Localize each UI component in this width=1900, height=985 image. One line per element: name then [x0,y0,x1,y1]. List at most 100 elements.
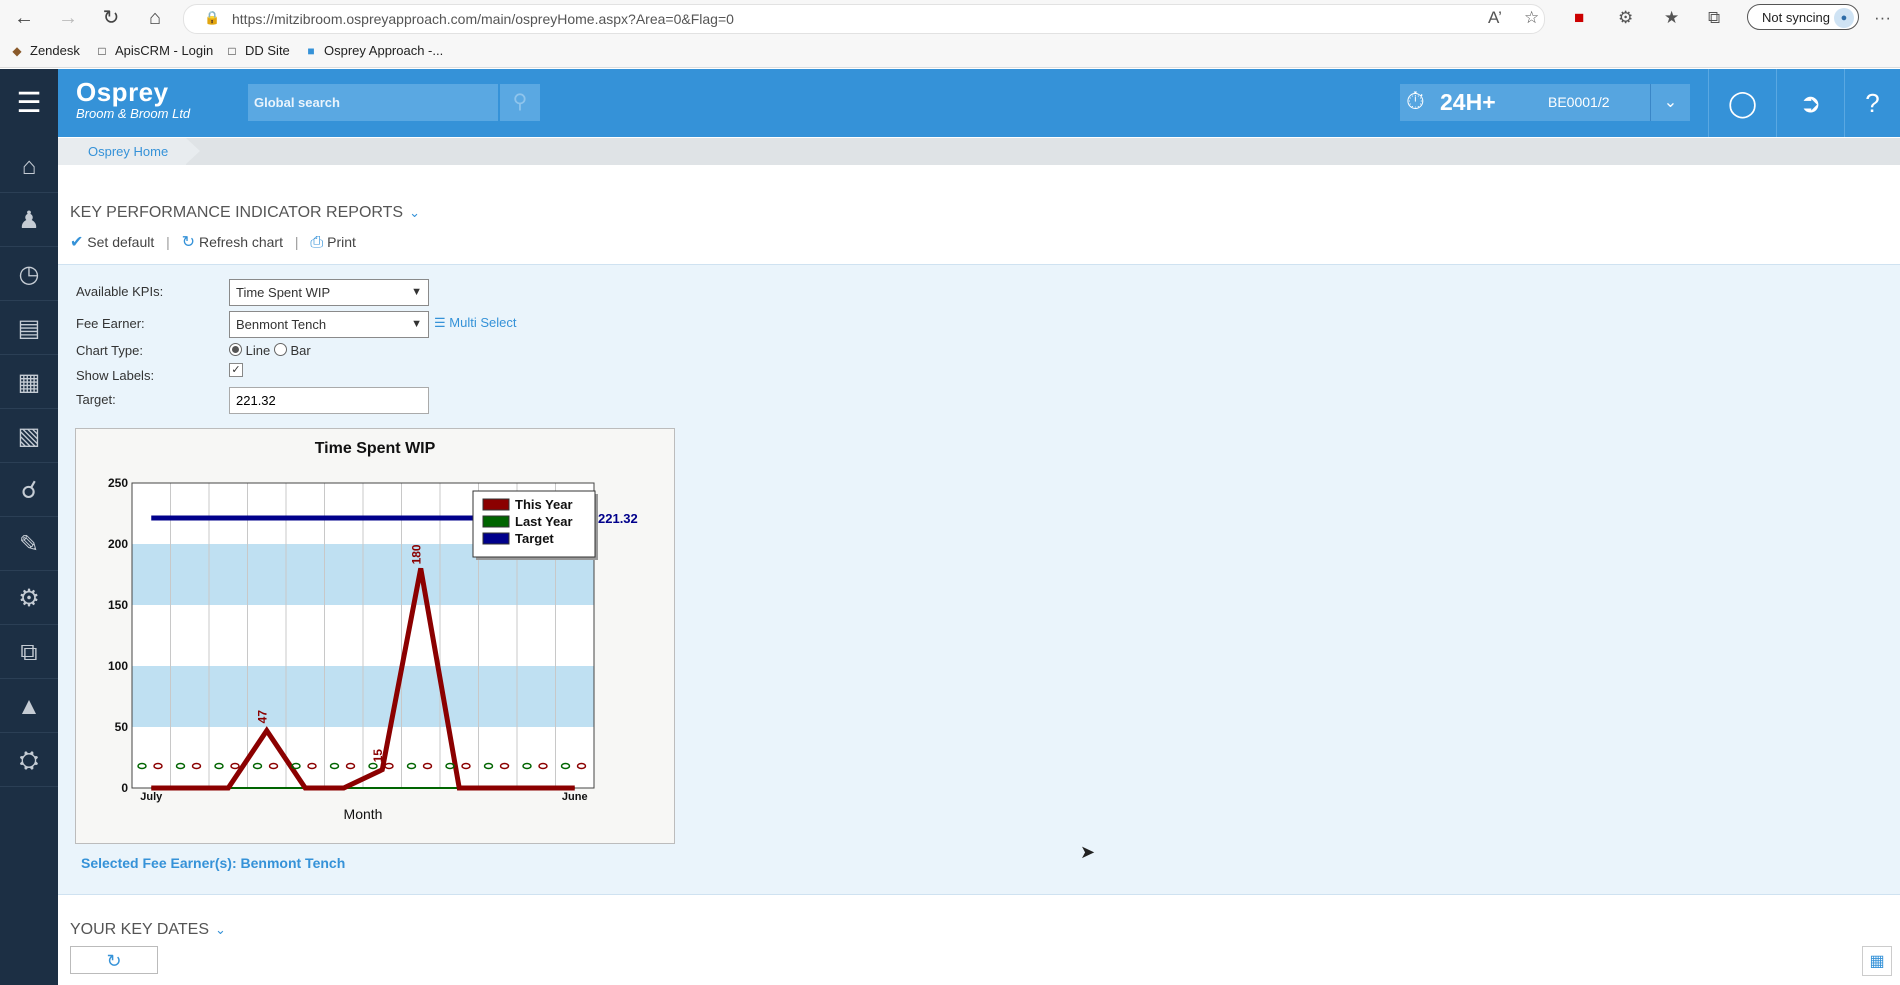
target-end-label: 221.32 [598,511,638,526]
multi-select-link[interactable]: ☰ Multi Select [434,315,516,331]
show-labels-label: Show Labels: [76,368,155,383]
browser-toolbar: ← → ↻ ⌂ 🔒 https://mitzibroom.ospreyappro… [0,0,1900,36]
sidebar-time-icon[interactable]: ◷ [0,249,58,301]
key-dates-section-title[interactable]: YOUR KEY DATES ⌄ [70,921,226,939]
timer-matter-code: BE0001/2 [1548,94,1610,110]
profile-avatar: ● [1834,8,1854,28]
mouse-cursor-icon: ➤ [1080,842,1096,862]
sidebar-clients-icon[interactable]: ♟ [0,195,58,247]
read-aloud-icon[interactable]: A’ [1488,8,1502,28]
breadcrumb-bar: Osprey Home [58,138,1900,165]
url-text: https://mitzibroom.ospreyapproach.com/ma… [232,11,734,27]
kpi-section-title[interactable]: KEY PERFORMANCE INDICATOR REPORTS ⌄ [70,204,420,222]
key-dates-refresh-button[interactable]: ↻ [70,946,158,974]
hamburger-menu-icon[interactable]: ☰ [0,69,58,137]
collections-icon[interactable]: ⧉ [1708,8,1720,28]
list-icon: ☰ [434,315,446,330]
grid-view-icon[interactable]: ▦ [1862,946,1892,976]
fee-earner-select[interactable]: Benmont Tench ▼ [229,311,429,338]
more-menu-icon[interactable]: ··· [1874,8,1891,28]
y-tick-label: 150 [108,598,128,612]
sidebar-admin-icon[interactable]: ⛭ [0,735,58,787]
reload-icon[interactable]: ↻ [99,6,123,30]
chevron-down-icon: ▼ [411,286,422,298]
bookmark-apiscrm[interactable]: □ ApisCRM - Login [95,43,213,58]
favorites-icon[interactable]: ★ [1664,8,1679,28]
legend-label: Last Year [515,514,573,529]
x-tick-label: July [140,791,163,803]
sidebar: ⌂ ♟ ◷ ▤ ▦ ▧ ☌ ✎ ⚙ ⧉ ▲ ⛭ [0,137,58,985]
app-header: ☰ Osprey Broom & Broom Ltd ⚲ ⏱ 24H+ BE00… [0,69,1900,137]
chart-type-line-radio[interactable] [229,343,242,356]
target-input[interactable] [229,387,429,414]
sidebar-cart-icon[interactable]: ☌ [0,465,58,517]
chart-title: Time Spent WIP [315,440,436,457]
user-account-icon[interactable]: ◯ [1708,69,1776,137]
stopwatch-icon: ⏱ [1406,88,1425,115]
zendesk-icon: ◆ [12,44,22,58]
bookmark-dd-site[interactable]: □ DD Site [225,43,289,58]
pdf-extension-icon[interactable]: ■ [1574,8,1584,28]
sidebar-library-icon[interactable]: ▧ [0,411,58,463]
print-button[interactable]: ⎙ Print [310,234,356,252]
sidebar-billing-icon[interactable]: ✎ [0,519,58,571]
x-tick-label: June [562,791,588,803]
sidebar-ledger-icon[interactable]: ▦ [0,357,58,409]
kpi-chart: Time Spent WIP 0 50 100 150 200 250 July June Mon… [75,428,675,844]
sidebar-settings-list-icon[interactable]: ⚙ [0,573,58,625]
chevron-down-icon[interactable]: ⌄ [215,922,226,937]
selected-fee-earners: Selected Fee Earner(s): Benmont Tench [81,855,346,871]
kpi-toolbar: ✔ Set default | ↻ Refresh chart | ⎙ Prin… [70,232,356,252]
bookmark-osprey[interactable]: ■ Osprey Approach -... [304,43,443,58]
search-icon[interactable]: ⚲ [498,84,540,121]
chart-type-options: Line Bar [229,343,311,358]
y-tick-label: 250 [108,476,128,490]
y-tick-label: 50 [115,720,129,734]
sidebar-calendar-icon[interactable]: ▤ [0,303,58,355]
breadcrumb[interactable]: Osprey Home [58,138,200,165]
printer-icon: ⎙ [310,234,324,251]
help-icon[interactable]: ? [1844,69,1900,137]
legend-swatch [482,498,510,511]
address-bar[interactable]: 🔒 https://mitzibroom.ospreyapproach.com/… [183,4,1545,34]
refresh-icon: ↻ [106,951,122,971]
chart-type-label: Chart Type: [76,343,143,358]
sidebar-reports-icon[interactable]: ▲ [0,681,58,733]
extensions-icon[interactable]: ⚙ [1618,8,1633,28]
home-icon[interactable]: ⌂ [143,6,167,30]
sidebar-documents-icon[interactable]: ⧉ [0,627,58,679]
refresh-chart-button[interactable]: ↻ Refresh chart [182,232,283,252]
bookmarks-bar: ◆ Zendesk □ ApisCRM - Login □ DD Site ■ Ospr… [0,36,1900,68]
chevron-down-icon[interactable]: ⌄ [409,205,420,220]
app-logo: Osprey Broom & Broom Ltd [76,77,190,121]
refresh-icon: ↻ [181,234,196,251]
favorite-add-icon[interactable]: ☆ [1524,8,1539,28]
available-kpis-select[interactable]: Time Spent WIP ▼ [229,279,429,306]
set-default-button[interactable]: ✔ Set default [70,232,154,252]
back-icon[interactable]: ← [12,6,36,30]
global-search-input[interactable] [248,84,498,121]
firm-name: Broom & Broom Ltd [76,106,191,121]
bookmark-zendesk[interactable]: ◆ Zendesk [10,43,80,58]
profile-sync-button[interactable]: Not syncing ● [1747,4,1859,30]
sidebar-home-icon[interactable]: ⌂ [0,141,58,193]
chevron-down-icon: ▼ [411,318,422,330]
this-year-data-label: 180 [410,544,424,564]
legend-swatch [482,532,510,545]
forward-icon[interactable]: → [56,6,80,30]
chevron-down-icon[interactable]: ⌄ [1650,84,1690,121]
lock-icon: 🔒 [204,10,221,25]
logout-icon[interactable]: ➲ [1776,69,1844,137]
kpi-chart-svg: Time Spent WIP 0 50 100 150 200 250 July June Mon… [108,440,638,822]
available-kpis-label: Available KPIs: [76,284,164,299]
chart-type-bar-radio[interactable] [273,343,287,356]
x-axis-label: Month [344,806,383,822]
fee-earner-label: Fee Earner: [76,316,145,331]
legend-label: This Year [515,497,573,512]
breadcrumb-home[interactable]: Osprey Home [88,144,168,159]
sync-label: Not syncing [1762,10,1830,25]
legend-swatch [482,515,510,528]
show-labels-checkbox[interactable]: ✓ [229,363,243,377]
timer-panel[interactable]: ⏱ 24H+ BE0001/2 [1400,84,1650,121]
toolbar-divider: | [166,234,170,250]
